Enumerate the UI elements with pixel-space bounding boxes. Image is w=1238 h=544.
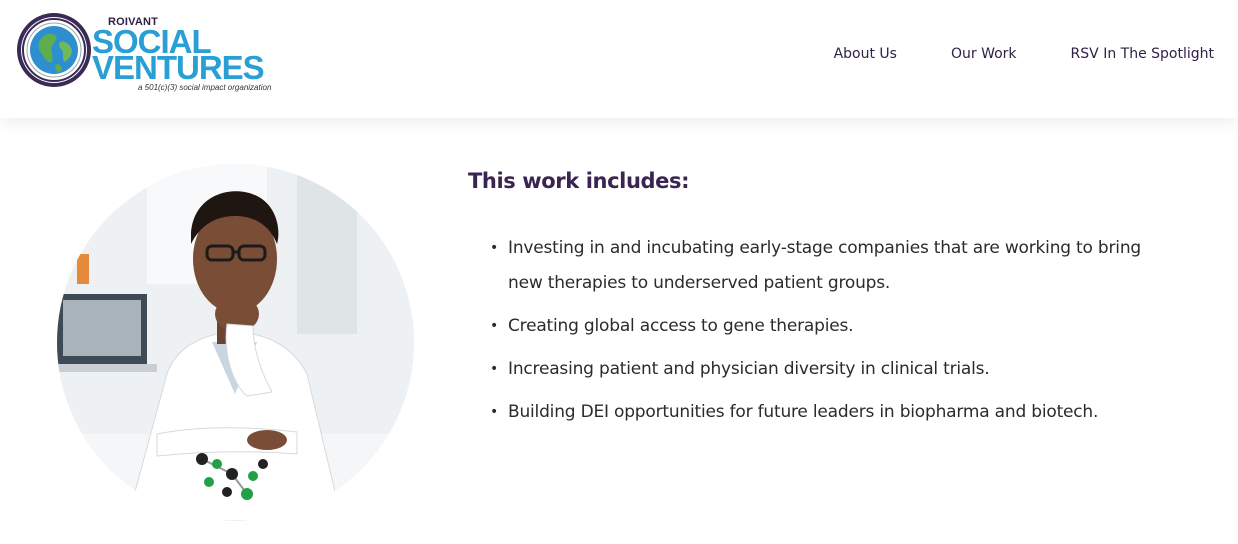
logo-tagline: a 501(c)(3) social impact organization	[138, 83, 272, 92]
scientist-photo	[57, 164, 414, 521]
nav-rsv-spotlight[interactable]: RSV In The Spotlight	[1071, 44, 1214, 64]
work-list: • Investing in and incubating early-stage…	[490, 231, 1170, 438]
globe-icon	[17, 13, 91, 87]
list-item-text: Creating global access to gene therapies…	[508, 316, 854, 336]
bullet-marker: •	[490, 361, 499, 377]
bullet-marker: •	[490, 404, 499, 420]
bullet-marker: •	[490, 240, 499, 256]
logo-ventures-text: VENTURES	[92, 49, 265, 86]
roivant-social-ventures-logo[interactable]: ROIVANT SOCIAL VENTURES a 501(c)(3) soci…	[16, 12, 276, 96]
list-item: • Building DEI opportunities for future l…	[490, 395, 1170, 430]
nav-about-us[interactable]: About Us	[834, 44, 897, 64]
list-item: • Investing in and incubating early-stage…	[490, 231, 1170, 301]
list-item-text: Investing in and incubating early-stage …	[508, 238, 1142, 293]
list-item-text: Increasing patient and physician diversi…	[508, 359, 990, 379]
work-includes-heading: This work includes:	[468, 169, 690, 193]
bullet-marker: •	[490, 318, 499, 334]
main-nav: About Us Our Work RSV In The Spotlight	[780, 44, 1214, 64]
list-item-text: Building DEI opportunities for future le…	[508, 402, 1099, 422]
site-header: ROIVANT SOCIAL VENTURES a 501(c)(3) soci…	[0, 0, 1238, 118]
nav-our-work[interactable]: Our Work	[951, 44, 1017, 64]
list-item: • Increasing patient and physician divers…	[490, 352, 1170, 387]
list-item: • Creating global access to gene therapie…	[490, 309, 1170, 344]
